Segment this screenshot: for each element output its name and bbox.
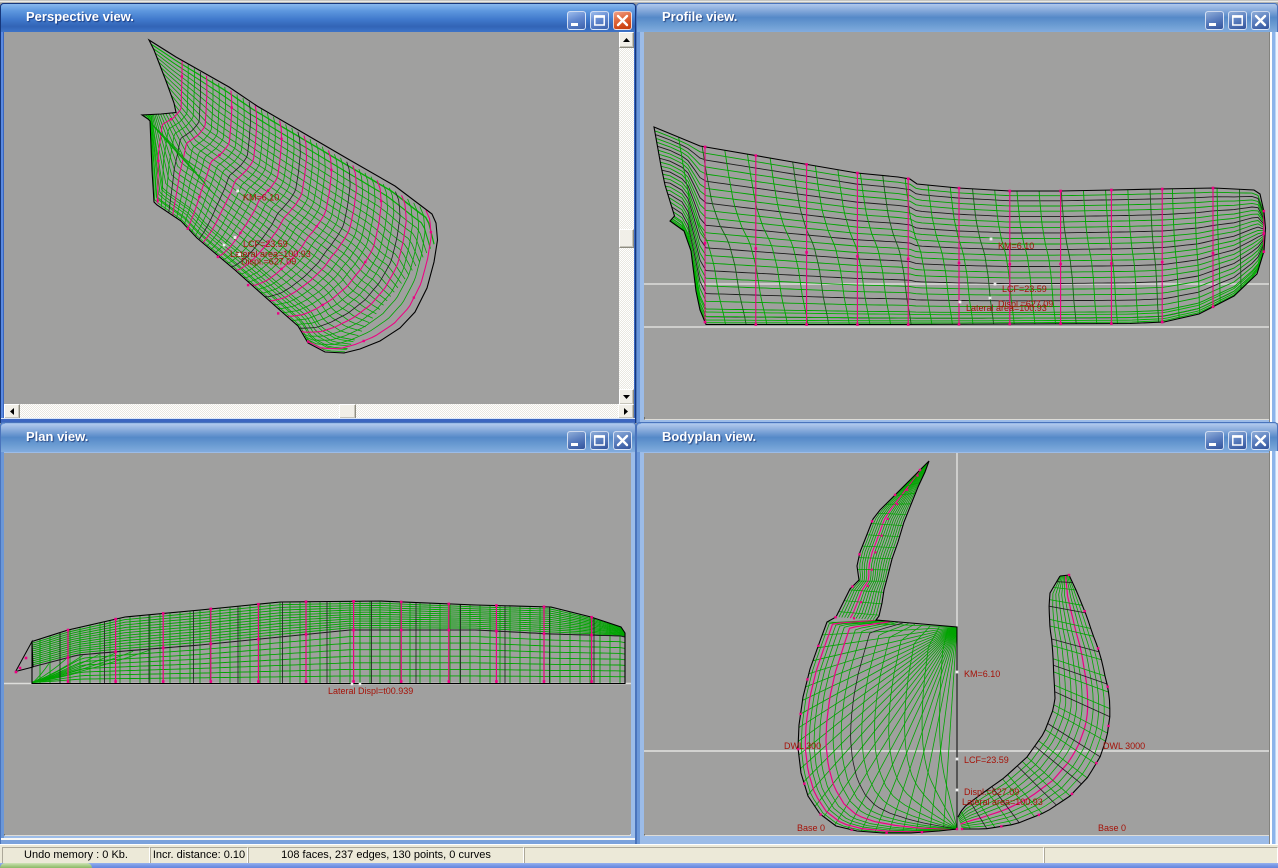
svg-text:Displ.=627.09: Displ.=627.09 (964, 787, 1019, 797)
svg-text:LCF=23.59: LCF=23.59 (964, 755, 1009, 765)
svg-text:KM=6.10: KM=6.10 (998, 241, 1034, 251)
svg-text:LCF=23.59: LCF=23.59 (1002, 284, 1047, 294)
svg-text:Lateral area=100.93: Lateral area=100.93 (962, 797, 1043, 807)
svg-text:Base 0: Base 0 (797, 823, 825, 833)
svg-text:Displ.=627.09: Displ.=627.09 (241, 257, 296, 267)
svg-text:DWL 300: DWL 300 (784, 741, 821, 751)
svg-text:Lateral Displ=t00.939: Lateral Displ=t00.939 (328, 686, 413, 696)
svg-text:KM=6.10: KM=6.10 (964, 669, 1000, 679)
svg-text:KM=6.10: KM=6.10 (243, 193, 279, 203)
svg-text:Base 0: Base 0 (1098, 823, 1126, 833)
svg-text:LCF=23.59: LCF=23.59 (243, 239, 288, 249)
svg-text:Lateral area=100.93: Lateral area=100.93 (966, 303, 1047, 313)
svg-text:DWL 3000: DWL 3000 (1103, 741, 1145, 751)
